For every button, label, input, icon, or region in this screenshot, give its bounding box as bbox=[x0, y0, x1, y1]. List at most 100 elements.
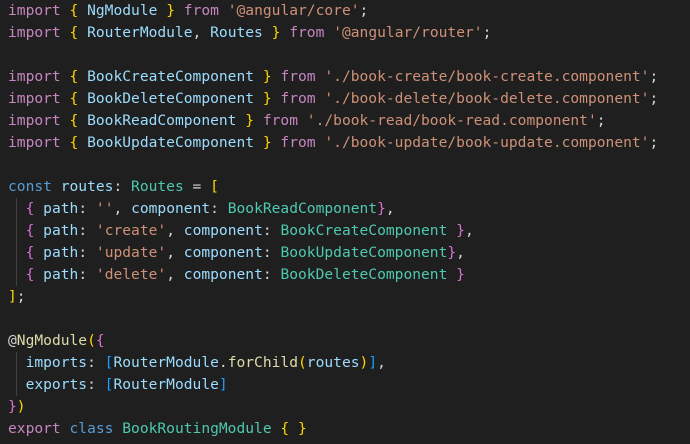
code-token: '' bbox=[95, 200, 114, 217]
indent-guide bbox=[16, 220, 17, 242]
code-token: const bbox=[8, 178, 52, 195]
code-token: BookCreateComponent bbox=[280, 222, 448, 239]
code-token: from bbox=[280, 134, 316, 151]
code-token: BookDeleteComponent bbox=[280, 266, 448, 283]
code-token: 'create' bbox=[95, 222, 167, 239]
code-token: component bbox=[131, 200, 211, 217]
code-token: { bbox=[280, 420, 290, 437]
code-token: import bbox=[8, 2, 61, 19]
code-line: }) bbox=[8, 396, 690, 418]
code-token: ] bbox=[218, 376, 228, 393]
code-token: 'delete' bbox=[95, 266, 167, 283]
code-token: ; bbox=[649, 134, 659, 151]
code-token: , bbox=[113, 200, 132, 217]
code-token: @ bbox=[8, 332, 17, 349]
code-token: , bbox=[377, 354, 386, 371]
code-token: } bbox=[377, 200, 386, 217]
indent-guide bbox=[16, 352, 17, 374]
code-token: export bbox=[8, 420, 61, 437]
code-token: path bbox=[43, 200, 79, 217]
code-token: } bbox=[456, 266, 465, 283]
code-line: import { BookUpdateComponent } from './b… bbox=[8, 132, 690, 154]
code-token: ] bbox=[368, 354, 378, 371]
code-token: { bbox=[69, 112, 79, 129]
code-line: import { RouterModule, Routes } from '@a… bbox=[8, 22, 690, 44]
code-token: ] bbox=[8, 288, 17, 305]
code-token: import bbox=[8, 134, 61, 151]
code-token: , bbox=[464, 222, 474, 239]
code-token: routes bbox=[60, 178, 114, 195]
code-token: { bbox=[69, 90, 79, 107]
code-token: BookDeleteComponent bbox=[78, 90, 263, 107]
code-token: } bbox=[456, 222, 465, 239]
code-token: : bbox=[78, 222, 96, 239]
code-token: [ bbox=[210, 178, 219, 195]
code-token: , bbox=[166, 266, 184, 283]
code-token: NgModule bbox=[16, 332, 88, 349]
code-token: { bbox=[69, 24, 79, 41]
code-editor[interactable]: import { NgModule } from '@angular/core'… bbox=[0, 0, 690, 444]
code-line: export class BookRoutingModule { } bbox=[8, 418, 690, 440]
code-token: ; bbox=[649, 90, 659, 107]
code-token: : bbox=[78, 200, 96, 217]
code-token: component bbox=[183, 222, 263, 239]
code-line: { path: 'delete', component: BookDeleteC… bbox=[8, 264, 690, 286]
code-token: RouterModule bbox=[113, 354, 219, 371]
code-token: { bbox=[69, 134, 79, 151]
code-token: class bbox=[69, 420, 114, 437]
code-token: : bbox=[78, 266, 96, 283]
code-token: } bbox=[447, 244, 457, 261]
code-token: import bbox=[8, 90, 61, 107]
code-token: './book-read/book-read.component' bbox=[306, 112, 597, 129]
code-token: ( bbox=[87, 332, 96, 349]
code-token: component bbox=[183, 244, 263, 261]
code-token: } bbox=[262, 68, 272, 85]
code-token: : bbox=[262, 244, 281, 261]
code-line: import { BookReadComponent } from './boo… bbox=[8, 110, 690, 132]
code-token: BookReadComponent bbox=[78, 112, 246, 129]
code-line: ]; bbox=[8, 286, 690, 308]
code-line: import { NgModule } from '@angular/core'… bbox=[8, 0, 690, 22]
code-token: , bbox=[166, 222, 184, 239]
code-token: ; bbox=[359, 2, 369, 19]
code-token: './book-delete/book-delete.component' bbox=[324, 90, 650, 107]
code-token: from bbox=[262, 112, 298, 129]
code-token: routes bbox=[306, 354, 360, 371]
code-token: from bbox=[289, 24, 325, 41]
code-token: BookRoutingModule bbox=[122, 420, 272, 437]
code-token: from bbox=[183, 2, 219, 19]
code-token: : bbox=[210, 200, 228, 217]
code-token: ) bbox=[16, 398, 26, 415]
code-token: , bbox=[192, 24, 211, 41]
code-token: exports bbox=[25, 376, 88, 393]
code-token: , bbox=[456, 244, 465, 261]
code-token: import bbox=[8, 112, 61, 129]
code-token: } bbox=[262, 134, 272, 151]
code-token: BookUpdateComponent bbox=[280, 244, 448, 261]
code-token: imports bbox=[25, 354, 88, 371]
code-token: NgModule bbox=[78, 2, 167, 19]
code-token: from bbox=[280, 68, 316, 85]
code-token: ; bbox=[649, 68, 659, 85]
code-token: path bbox=[43, 222, 79, 239]
